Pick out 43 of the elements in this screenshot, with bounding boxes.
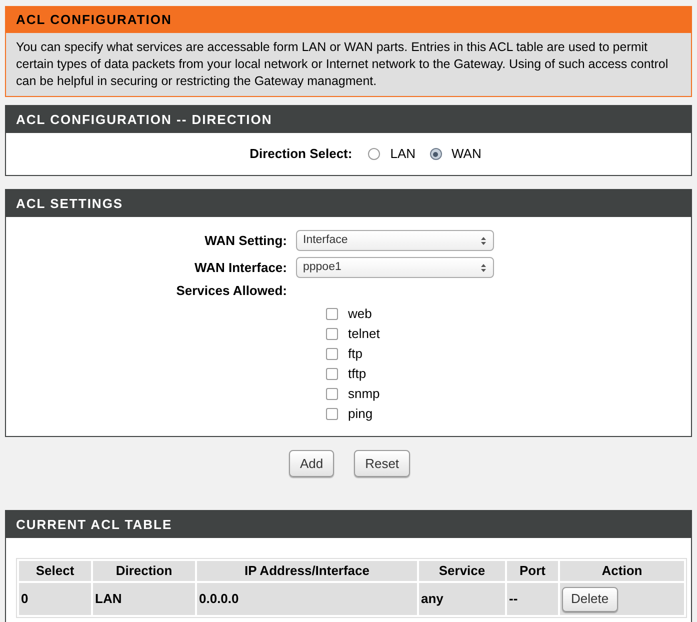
section-header: CURRENT ACL TABLE	[6, 511, 691, 538]
checkbox[interactable]	[326, 308, 338, 320]
service-label: ping	[348, 405, 373, 424]
intro-text: You can specify what services are accessable form LAN or WAN parts. Entries in this ACL table are used to permit certain types of data packets from your local network or Internet network to the Gateway. Using of such access control can be helpful in securing or restricting the Gateway managment.	[15, 39, 670, 90]
radio-button[interactable]	[368, 148, 380, 160]
field-label: WAN Setting:	[204, 232, 288, 250]
column-header: Service	[419, 561, 505, 581]
column-header: Action	[560, 561, 684, 581]
checkbox[interactable]	[326, 408, 338, 420]
direction-label: Direction Select:	[250, 145, 352, 164]
service-label: web	[348, 305, 372, 324]
select-field[interactable]: pppoe1	[296, 257, 494, 278]
column-header: Direction	[93, 561, 195, 581]
service-label: ftp	[348, 345, 362, 364]
table-cell: any	[419, 583, 505, 615]
radio-label: LAN	[390, 145, 416, 164]
checkbox[interactable]	[326, 328, 338, 340]
service-label: snmp	[348, 385, 380, 404]
section-header: ACL SETTINGS	[6, 190, 691, 217]
form-button[interactable]: Reset	[354, 450, 410, 477]
page-title: ACL CONFIGURATION	[6, 7, 691, 33]
field-label: WAN Interface:	[194, 258, 288, 277]
spinner-icon	[480, 262, 487, 272]
service-label: telnet	[348, 325, 380, 344]
form-button[interactable]: Add	[288, 450, 334, 477]
section-header: ACL CONFIGURATION -- DIRECTION	[6, 106, 691, 133]
checkbox[interactable]	[326, 388, 338, 400]
column-header: Select	[19, 561, 91, 581]
spinner-icon	[480, 236, 487, 246]
delete-button[interactable]: Delete	[562, 586, 618, 612]
table-cell: 0	[19, 583, 91, 615]
select-field[interactable]: Interface	[296, 230, 494, 251]
service-label: tftp	[348, 365, 366, 384]
column-header: Port	[507, 561, 558, 581]
table-cell: LAN	[93, 583, 195, 615]
table-cell: --	[507, 583, 558, 615]
table-cell: 0.0.0.0	[197, 583, 417, 615]
checkbox[interactable]	[326, 368, 338, 380]
radio-button[interactable]	[430, 148, 442, 160]
services-label: Services Allowed:	[175, 282, 288, 300]
checkbox[interactable]	[326, 348, 338, 360]
radio-label: WAN	[452, 145, 482, 164]
column-header: IP Address/Interface	[197, 561, 417, 581]
